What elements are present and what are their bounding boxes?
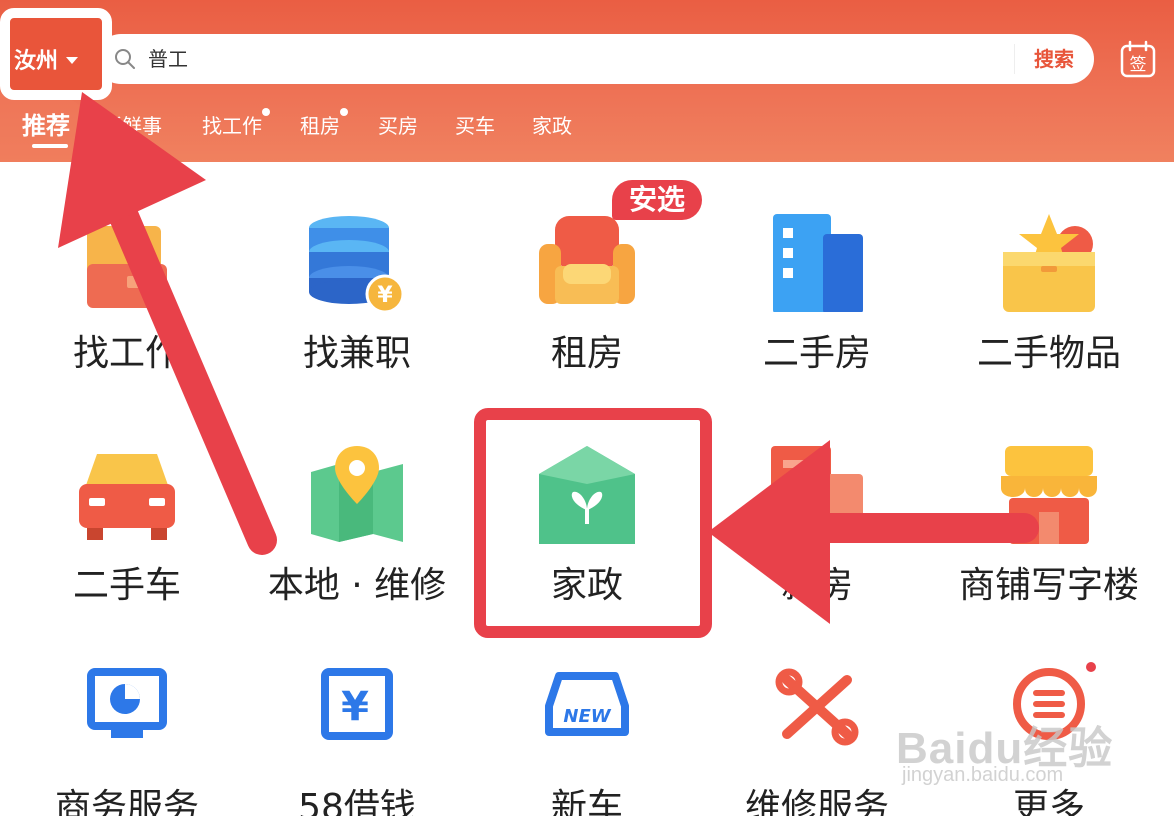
- notification-dot: [1086, 662, 1096, 672]
- sofa-icon: [539, 216, 635, 304]
- tab-recommend[interactable]: 推荐: [22, 106, 70, 141]
- search-bar[interactable]: 普工 搜索: [96, 34, 1094, 84]
- grid-label: 本地 · 维修: [267, 565, 447, 606]
- tab-jobs[interactable]: 找工作: [202, 108, 270, 139]
- app-header: 普工 搜索 签 推荐 新鲜事 找工作 租房 买房 买车 家政 汝州: [0, 0, 1174, 162]
- svg-text:¥: ¥: [377, 283, 393, 308]
- active-tab-underline: [32, 144, 68, 148]
- housekeeping-highlight-box: [474, 408, 712, 638]
- shop-icon: [1001, 446, 1097, 544]
- grid-label: 商铺写字楼: [958, 565, 1139, 606]
- search-input[interactable]: 普工: [148, 34, 188, 84]
- tab-label: 买车: [455, 114, 495, 138]
- caret-down-icon: [66, 56, 79, 64]
- svg-text:NEW: NEW: [563, 706, 611, 727]
- tab-news[interactable]: 新鲜事: [102, 110, 162, 139]
- yen-card-icon: ¥: [321, 668, 393, 740]
- grid-label: 二手车: [72, 565, 181, 606]
- menu-circle-icon: [1013, 668, 1085, 740]
- tab-rent[interactable]: 租房: [300, 108, 348, 139]
- svg-text:¥: ¥: [341, 684, 369, 730]
- recommend-badge: 安选: [612, 180, 702, 220]
- grid-label: 58借钱: [298, 787, 416, 816]
- search-icon: [115, 49, 135, 69]
- search-button[interactable]: 搜索: [1024, 34, 1084, 84]
- grid-label: 维修服务: [744, 787, 889, 816]
- notification-dot: [340, 108, 348, 116]
- grid-label: 租房: [550, 333, 623, 374]
- calendar-sign-icon[interactable]: 签: [1120, 40, 1156, 78]
- grid-label: 找兼职: [302, 333, 411, 374]
- category-tabs: 推荐 新鲜事 找工作 租房 买房 买车 家政: [0, 100, 1174, 160]
- tab-label: 找工作: [202, 114, 262, 138]
- tab-label: 租房: [300, 114, 340, 138]
- search-divider: [1014, 44, 1015, 74]
- tab-buy-house[interactable]: 买房: [378, 110, 418, 139]
- briefcase-icon: [87, 226, 167, 308]
- coin-stack-icon: ¥: [309, 216, 405, 312]
- tools-icon: [775, 668, 859, 746]
- grid-label: 二手物品: [976, 333, 1121, 374]
- grid-label: 二手房: [762, 333, 871, 374]
- tab-label: 买房: [378, 114, 418, 138]
- tab-buy-car[interactable]: 买车: [455, 110, 495, 139]
- box-star-icon: [1003, 214, 1095, 312]
- grid-label: 新房: [780, 565, 853, 606]
- tab-label: 新鲜事: [102, 114, 162, 138]
- tab-housekeeping[interactable]: 家政: [532, 110, 572, 139]
- city-name: 汝州: [14, 49, 59, 74]
- grid-label: 找工作: [72, 333, 181, 374]
- tab-label: 推荐: [22, 112, 70, 140]
- grid-label: 新车: [550, 787, 623, 816]
- city-selector[interactable]: 汝州: [14, 34, 98, 84]
- grid-label: 商务服务: [54, 787, 199, 816]
- tab-label: 家政: [532, 114, 572, 138]
- grid-label: 更多: [1012, 787, 1085, 816]
- new-house-icon: [771, 446, 863, 536]
- notification-dot: [262, 108, 270, 116]
- map-pin-icon: [311, 446, 403, 542]
- sign-glyph: 签: [1130, 55, 1147, 75]
- monitor-chart-icon: [87, 668, 167, 738]
- building-icon: [773, 214, 863, 312]
- car-icon: [79, 454, 175, 540]
- new-car-icon: NEW: [545, 672, 629, 736]
